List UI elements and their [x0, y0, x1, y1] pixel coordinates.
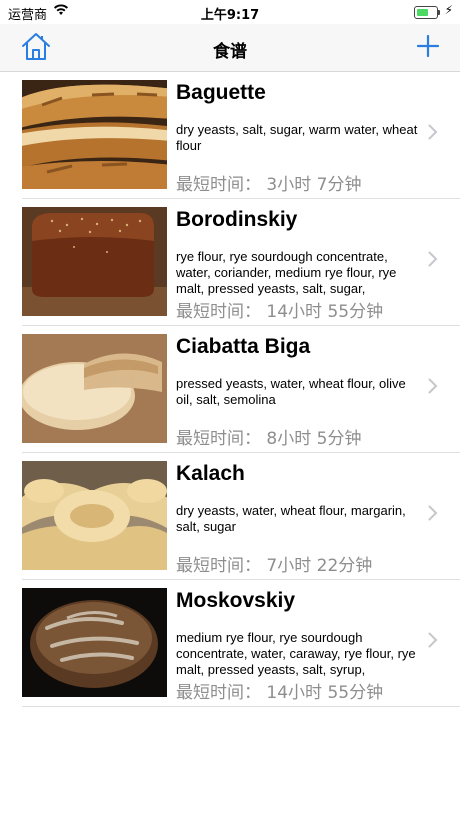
recipe-image	[22, 207, 167, 316]
recipe-image	[22, 461, 167, 570]
recipe-min-time: 最短时间： 3小时 7分钟	[176, 175, 362, 195]
status-bar: 运营商 上午9:17 ⚡	[0, 0, 460, 24]
recipe-min-time: 最短时间： 14小时 55分钟	[176, 302, 384, 322]
bolt-icon: ⚡	[444, 3, 453, 17]
recipe-name: Baguette	[176, 81, 266, 104]
recipe-name: Moskovskiy	[176, 589, 296, 612]
recipe-row[interactable]: Kalach dry yeasts, water, wheat flour, m…	[22, 453, 460, 580]
clock: 上午9:17	[200, 8, 260, 23]
recipe-image	[22, 80, 167, 189]
recipe-min-time: 最短时间： 14小时 55分钟	[176, 683, 384, 703]
recipe-row[interactable]: Moskovskiy medium rye flour, rye sourdou…	[22, 580, 460, 707]
recipe-min-time: 最短时间： 7小时 22分钟	[176, 556, 373, 576]
recipe-row[interactable]: Baguette dry yeasts, salt, sugar, warm w…	[22, 72, 460, 199]
recipe-list: Baguette dry yeasts, salt, sugar, warm w…	[0, 72, 460, 707]
recipe-name: Borodinskiy	[176, 208, 298, 231]
recipe-ingredients: medium rye flour, rye sourdough concentr…	[176, 630, 416, 677]
recipe-name: Ciabatta Biga	[176, 335, 311, 358]
recipe-image	[22, 334, 167, 443]
chevron-right-icon	[428, 505, 438, 521]
chevron-right-icon	[428, 632, 438, 648]
chevron-right-icon	[428, 378, 438, 394]
navigation-bar: 食谱	[0, 24, 460, 72]
recipe-ingredients: dry yeasts, salt, sugar, warm water, whe…	[176, 122, 418, 153]
battery-icon	[414, 6, 440, 19]
recipe-image	[22, 588, 167, 697]
recipe-row[interactable]: Borodinskiy rye flour, rye sourdough con…	[22, 199, 460, 326]
recipe-ingredients: pressed yeasts, water, wheat flour, oliv…	[176, 376, 406, 407]
chevron-right-icon	[428, 124, 438, 140]
recipe-min-time: 最短时间： 8小时 5分钟	[176, 429, 362, 449]
page-title: 食谱	[213, 42, 247, 62]
recipe-name: Kalach	[176, 462, 245, 485]
plus-icon[interactable]	[416, 34, 440, 58]
chevron-right-icon	[428, 251, 438, 267]
recipe-ingredients: dry yeasts, water, wheat flour, margarin…	[176, 503, 406, 534]
recipe-row[interactable]: Ciabatta Biga pressed yeasts, water, whe…	[22, 326, 460, 453]
recipe-ingredients: rye flour, rye sourdough concentrate, wa…	[176, 249, 397, 296]
